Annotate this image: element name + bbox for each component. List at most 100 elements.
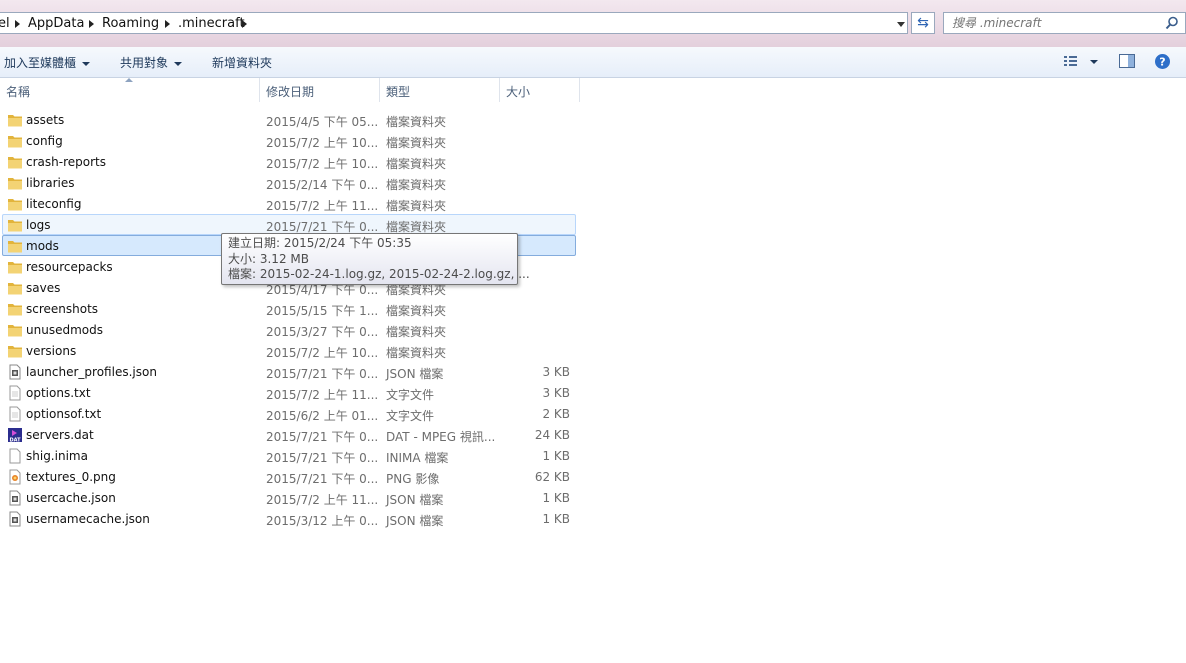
column-size[interactable]: 大小 <box>506 83 530 100</box>
chevron-right-icon[interactable] <box>242 20 247 28</box>
command-bar: 加入至媒體櫃 共用對象 新增資料夾 ? <box>0 47 1186 78</box>
file-row-versions[interactable]: versions 2015/7/2 上午 10... 檔案資料夾 <box>2 340 576 361</box>
folder-icon <box>7 196 23 212</box>
file-type: 檔案資料夾 <box>386 346 447 360</box>
file-type: PNG 影像 <box>386 472 440 486</box>
file-type: DAT - MPEG 視訊... <box>386 430 496 444</box>
file-name: mods <box>26 239 59 253</box>
file-name: optionsof.txt <box>26 407 102 421</box>
file-name: options.txt <box>26 386 91 400</box>
file-row-servers-dat[interactable]: DAT servers.dat 2015/7/21 下午 0... DAT - MPE… <box>2 424 576 445</box>
column-header: 名稱 修改日期 類型 大小 <box>0 78 1186 102</box>
chevron-down-icon <box>82 61 91 66</box>
file-name: unusedmods <box>26 323 103 337</box>
file-row-screenshots[interactable]: screenshots 2015/5/15 下午 1... 檔案資料夾 <box>2 298 576 319</box>
share-with-button[interactable]: 共用對象 <box>120 54 183 71</box>
breadcrumb-user[interactable]: el <box>0 16 10 31</box>
file-type: 檔案資料夾 <box>386 325 447 339</box>
file-date: 2015/7/21 下午 0... <box>266 367 379 381</box>
column-divider[interactable] <box>579 78 580 102</box>
address-bar[interactable]: el AppData Roaming .minecraft <box>0 12 908 34</box>
folder-icon <box>7 343 23 359</box>
file-row-usercache-json[interactable]: usercache.json 2015/7/2 上午 11... JSON 檔案 1 … <box>2 487 576 508</box>
search-box[interactable] <box>943 12 1186 34</box>
file-size: 1 KB <box>542 512 570 526</box>
file-type: JSON 檔案 <box>386 367 444 381</box>
file-date: 2015/7/2 上午 11... <box>266 388 379 402</box>
file-type: INIMA 檔案 <box>386 451 449 465</box>
search-input[interactable] <box>952 15 1157 31</box>
folder-icon <box>7 301 23 317</box>
file-date: 2015/7/21 下午 0... <box>266 430 379 444</box>
breadcrumb-minecraft[interactable]: .minecraft <box>178 16 245 31</box>
file-type: 檔案資料夾 <box>386 136 447 150</box>
chevron-right-icon[interactable] <box>15 20 20 28</box>
file-date: 2015/5/15 下午 1... <box>266 304 379 318</box>
column-date-modified[interactable]: 修改日期 <box>266 83 314 100</box>
file-name: crash-reports <box>26 155 106 169</box>
address-history-dropdown-icon[interactable] <box>897 22 905 27</box>
column-divider[interactable] <box>499 78 500 102</box>
view-dropdown-icon[interactable] <box>1090 60 1098 64</box>
folder-icon <box>7 217 23 233</box>
search-icon[interactable] <box>1165 16 1179 30</box>
file-name: launcher_profiles.json <box>26 365 157 379</box>
file-row-optionsof-txt[interactable]: optionsof.txt 2015/6/2 上午 01... 文字文件 2 KB <box>2 403 576 424</box>
breadcrumb-roaming[interactable]: Roaming <box>102 16 159 31</box>
file-size: 3 KB <box>542 365 570 379</box>
text-file-icon <box>7 406 23 422</box>
chevron-right-icon[interactable] <box>89 20 94 28</box>
file-row-unusedmods[interactable]: unusedmods 2015/3/27 下午 0... 檔案資料夾 <box>2 319 576 340</box>
file-name: assets <box>26 113 65 127</box>
file-row-options-txt[interactable]: options.txt 2015/7/2 上午 11... 文字文件 3 KB <box>2 382 576 403</box>
file-row-launcher-profiles-json[interactable]: launcher_profiles.json 2015/7/21 下午 0... J… <box>2 361 576 382</box>
file-type: 文字文件 <box>386 409 435 423</box>
file-name: usernamecache.json <box>26 512 150 526</box>
column-divider[interactable] <box>379 78 380 102</box>
file-name: textures_0.png <box>26 470 116 484</box>
file-row-liteconfig[interactable]: liteconfig 2015/7/2 上午 11... 檔案資料夾 <box>2 193 576 214</box>
tooltip-size: 大小: 3.12 MB <box>228 251 309 266</box>
folder-icon <box>7 259 23 275</box>
new-folder-button[interactable]: 新增資料夾 <box>212 54 272 71</box>
tooltip-created: 建立日期: 2015/2/24 下午 05:35 <box>228 236 412 250</box>
file-size: 1 KB <box>542 449 570 463</box>
breadcrumb-appdata[interactable]: AppData <box>28 16 84 31</box>
folder-icon <box>7 133 23 149</box>
file-type: 文字文件 <box>386 388 435 402</box>
column-type[interactable]: 類型 <box>386 83 410 100</box>
folder-icon <box>7 322 23 338</box>
file-row-assets[interactable]: assets 2015/4/5 下午 05... 檔案資料夾 <box>2 109 576 130</box>
column-divider[interactable] <box>259 78 260 102</box>
json-file-icon <box>7 511 23 527</box>
file-row-libraries[interactable]: libraries 2015/2/14 下午 0... 檔案資料夾 <box>2 172 576 193</box>
file-row-usernamecache-json[interactable]: usernamecache.json 2015/3/12 上午 0... JSON … <box>2 508 576 529</box>
address-bar-region: el AppData Roaming .minecraft ⇆ <box>0 0 1186 47</box>
file-row-shig-inima[interactable]: shig.inima 2015/7/21 下午 0... INIMA 檔案 1 KB <box>2 445 576 466</box>
blank-file-icon <box>7 448 23 464</box>
file-row-textures-0-png[interactable]: textures_0.png 2015/7/21 下午 0... PNG 影像 62 … <box>2 466 576 487</box>
file-row-config[interactable]: config 2015/7/2 上午 10... 檔案資料夾 <box>2 130 576 151</box>
view-options-icon[interactable] <box>1063 53 1081 69</box>
refresh-button[interactable]: ⇆ <box>911 12 935 34</box>
add-to-library-button[interactable]: 加入至媒體櫃 <box>4 54 91 71</box>
help-icon[interactable]: ? <box>1154 53 1171 70</box>
file-row-logs[interactable]: logs 2015/7/21 下午 0... 檔案資料夾 <box>2 214 576 235</box>
folder-icon <box>7 175 23 191</box>
dat-file-icon: DAT <box>7 427 23 444</box>
column-name[interactable]: 名稱 <box>6 83 30 100</box>
file-date: 2015/7/2 上午 11... <box>266 199 379 213</box>
file-name: config <box>26 134 63 148</box>
tooltip-files: 檔案: 2015-02-24-1.log.gz, 2015-02-24-2.lo… <box>228 267 530 281</box>
file-name: servers.dat <box>26 428 94 442</box>
chevron-right-icon[interactable] <box>165 20 170 28</box>
file-row-crash-reports[interactable]: crash-reports 2015/7/2 上午 10... 檔案資料夾 <box>2 151 576 172</box>
file-name: saves <box>26 281 61 295</box>
folder-info-tooltip: 建立日期: 2015/2/24 下午 05:35 大小: 3.12 MB 檔案:… <box>221 233 530 285</box>
file-date: 2015/6/2 上午 01... <box>266 409 379 423</box>
preview-pane-icon[interactable] <box>1118 53 1136 69</box>
json-file-icon <box>7 364 23 380</box>
file-type: 檔案資料夾 <box>386 115 447 129</box>
file-date: 2015/3/27 下午 0... <box>266 325 379 339</box>
sort-ascending-icon <box>125 78 133 82</box>
